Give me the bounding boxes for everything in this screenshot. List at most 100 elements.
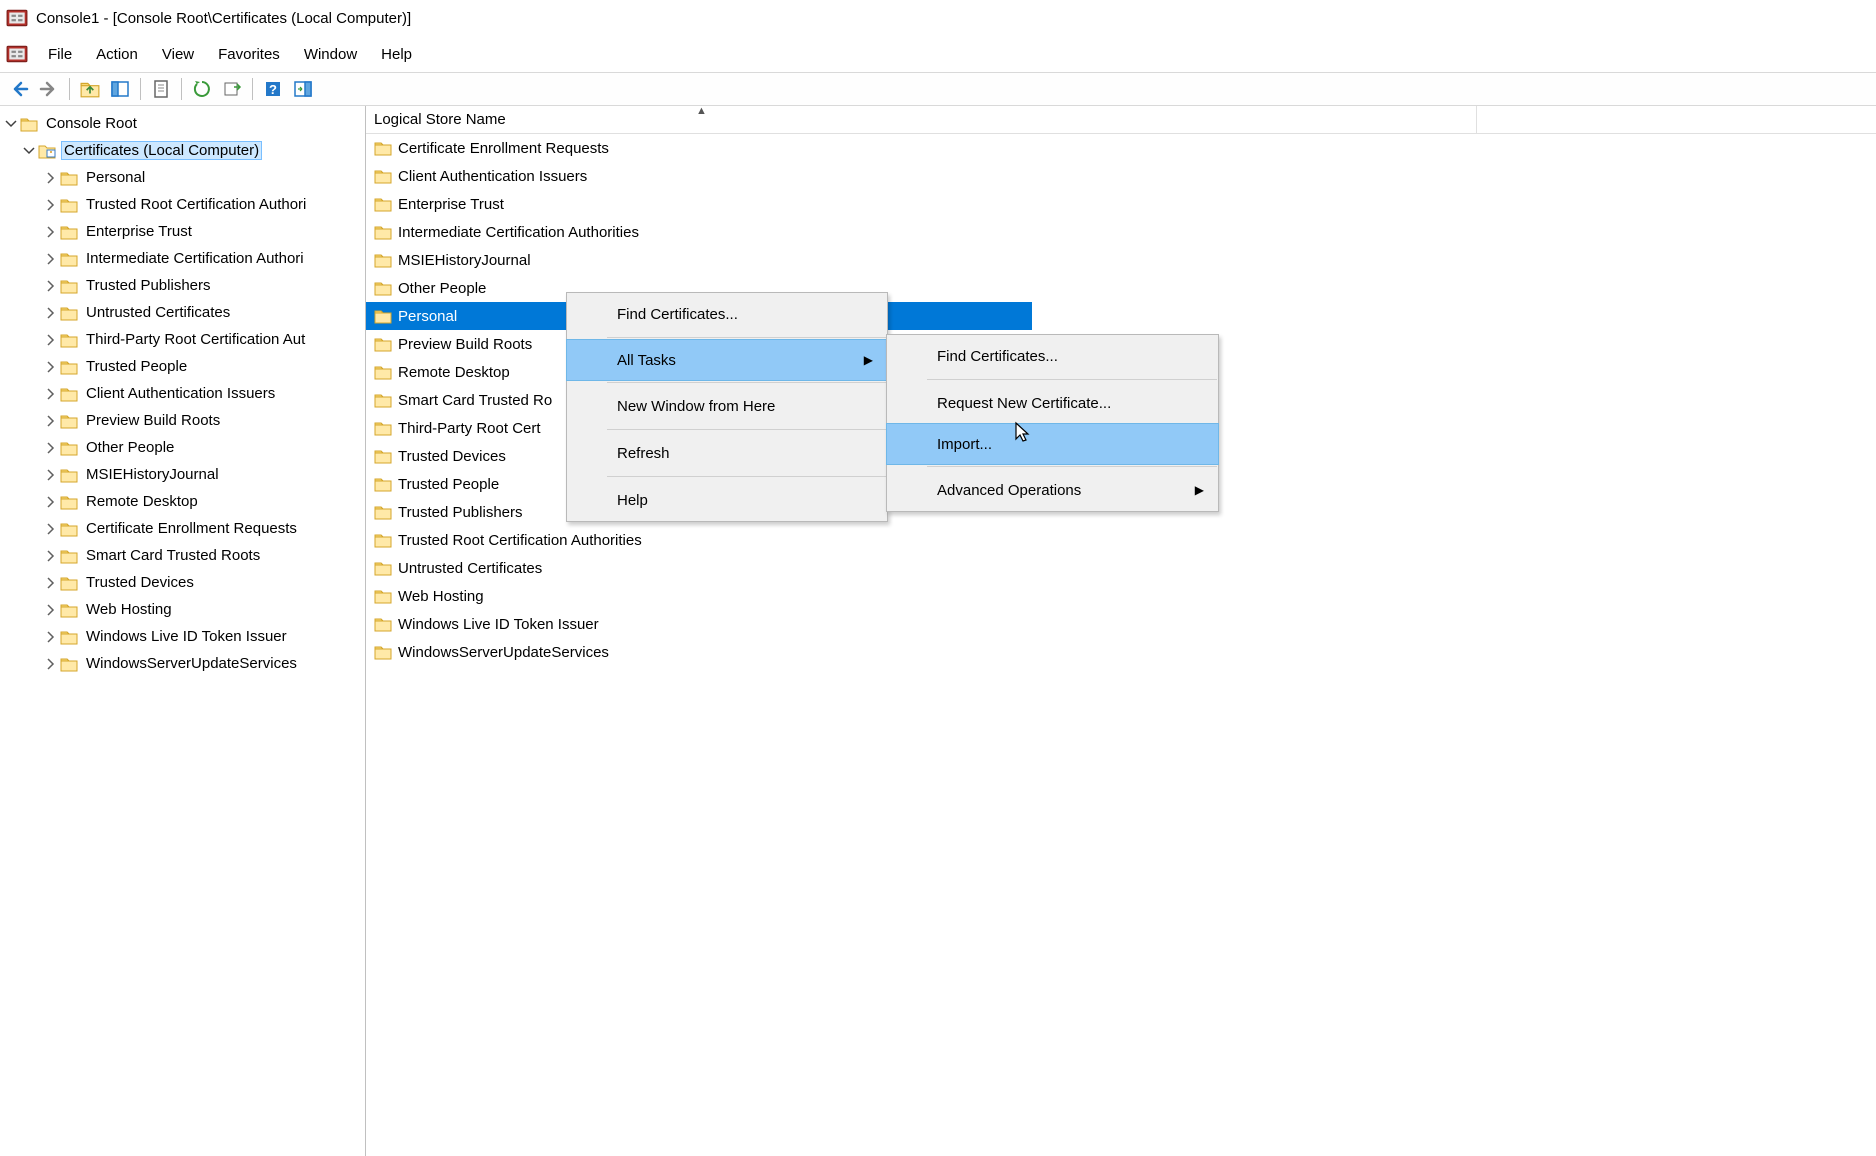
list-item-label: Personal: [398, 308, 457, 325]
forward-button[interactable]: [35, 75, 63, 103]
tree-node-store[interactable]: Trusted Root Certification Authori: [0, 191, 365, 218]
tree-node-console-root[interactable]: Console Root: [0, 110, 365, 137]
chevron-right-icon: [44, 576, 58, 590]
tree-node-store[interactable]: Remote Desktop: [0, 488, 365, 515]
chevron-right-icon: [44, 333, 58, 347]
chevron-right-icon: [44, 495, 58, 509]
list-item-store[interactable]: MSIEHistoryJournal: [366, 246, 1876, 274]
tree-node-store[interactable]: Certificate Enrollment Requests: [0, 515, 365, 542]
tree-node-store[interactable]: Trusted Devices: [0, 569, 365, 596]
context-menu-all-tasks: Find Certificates... Request New Certifi…: [886, 334, 1219, 512]
tree-label: Certificates (Local Computer): [64, 142, 259, 159]
list-item-label: Web Hosting: [398, 588, 484, 605]
tree-node-certificates[interactable]: Certificates (Local Computer): [0, 137, 365, 164]
chevron-right-icon: [44, 603, 58, 617]
menu-file[interactable]: File: [36, 42, 84, 67]
help-button[interactable]: ?: [259, 75, 287, 103]
tree-label: MSIEHistoryJournal: [86, 466, 219, 483]
tree-node-store[interactable]: Trusted People: [0, 353, 365, 380]
list-item-store[interactable]: Client Authentication Issuers: [366, 162, 1876, 190]
menu-item-all-tasks[interactable]: All Tasks▶: [566, 339, 888, 381]
folder-icon: [374, 615, 392, 633]
folder-icon: [374, 643, 392, 661]
chevron-right-icon: ▶: [1195, 483, 1204, 497]
folder-icon: [374, 279, 392, 297]
tree-node-store[interactable]: MSIEHistoryJournal: [0, 461, 365, 488]
window-title: Console1 - [Console Root\Certificates (L…: [36, 10, 411, 27]
folder-icon: [60, 628, 78, 646]
tree-node-store[interactable]: Client Authentication Issuers: [0, 380, 365, 407]
list-header[interactable]: Logical Store Name ▲: [366, 106, 1876, 134]
menu-item-request-new-certificate[interactable]: Request New Certificate...: [887, 382, 1218, 424]
tree-node-store[interactable]: Other People: [0, 434, 365, 461]
column-header-logical-store-name[interactable]: Logical Store Name: [366, 111, 506, 128]
chevron-down-icon: [4, 117, 18, 131]
tree-node-store[interactable]: Personal: [0, 164, 365, 191]
list-item-label: Trusted Devices: [398, 448, 506, 465]
menu-item-find-certificates-sub[interactable]: Find Certificates...: [887, 335, 1218, 377]
menu-item-refresh[interactable]: Refresh: [567, 432, 887, 474]
folder-icon: [60, 439, 78, 457]
tree-node-store[interactable]: Untrusted Certificates: [0, 299, 365, 326]
show-hide-tree-button[interactable]: [106, 75, 134, 103]
chevron-right-icon: [44, 549, 58, 563]
chevron-right-icon: [44, 630, 58, 644]
menu-view[interactable]: View: [150, 42, 206, 67]
tree-label: Trusted Publishers: [86, 277, 211, 294]
tree-label: Trusted Root Certification Authori: [86, 196, 306, 213]
menu-help[interactable]: Help: [369, 42, 424, 67]
tree-node-store[interactable]: Trusted Publishers: [0, 272, 365, 299]
tree-node-store[interactable]: Preview Build Roots: [0, 407, 365, 434]
list-item-store[interactable]: Untrusted Certificates: [366, 554, 1876, 582]
menu-separator: [927, 379, 1217, 380]
chevron-down-icon: [22, 144, 36, 158]
tree-node-store[interactable]: Web Hosting: [0, 596, 365, 623]
folder-icon: [374, 223, 392, 241]
tree-node-store[interactable]: Smart Card Trusted Roots: [0, 542, 365, 569]
menu-item-find-certificates[interactable]: Find Certificates...: [567, 293, 887, 335]
tree-node-store[interactable]: Intermediate Certification Authori: [0, 245, 365, 272]
list-item-store[interactable]: Windows Live ID Token Issuer: [366, 610, 1876, 638]
folder-icon: [60, 196, 78, 214]
folder-icon: [60, 547, 78, 565]
tree-node-store[interactable]: Third-Party Root Certification Aut: [0, 326, 365, 353]
folder-icon: [374, 447, 392, 465]
list-item-store[interactable]: Web Hosting: [366, 582, 1876, 610]
export-list-button[interactable]: [218, 75, 246, 103]
list-item-store[interactable]: Intermediate Certification Authorities: [366, 218, 1876, 246]
back-button[interactable]: [5, 75, 33, 103]
tree-node-store[interactable]: Windows Live ID Token Issuer: [0, 623, 365, 650]
toolbar-separator: [181, 78, 182, 100]
list-item-store[interactable]: Trusted Root Certification Authorities: [366, 526, 1876, 554]
menu-item-help[interactable]: Help: [567, 479, 887, 521]
menu-item-new-window[interactable]: New Window from Here: [567, 385, 887, 427]
menu-item-advanced-operations[interactable]: Advanced Operations▶: [887, 469, 1218, 511]
menu-favorites[interactable]: Favorites: [206, 42, 292, 67]
toolbar-separator: [69, 78, 70, 100]
list-item-store[interactable]: Certificate Enrollment Requests: [366, 134, 1876, 162]
chevron-right-icon: [44, 225, 58, 239]
mmc-icon: [6, 43, 28, 65]
tree-label: Preview Build Roots: [86, 412, 220, 429]
toolbar-separator: [252, 78, 253, 100]
menu-item-import[interactable]: Import...: [886, 423, 1219, 465]
folder-icon: [60, 250, 78, 268]
tree-node-store[interactable]: Enterprise Trust: [0, 218, 365, 245]
tree-node-store[interactable]: WindowsServerUpdateServices: [0, 650, 365, 677]
column-divider[interactable]: [1476, 106, 1876, 134]
refresh-button[interactable]: [188, 75, 216, 103]
properties-button[interactable]: [147, 75, 175, 103]
list-item-store[interactable]: Enterprise Trust: [366, 190, 1876, 218]
list-item-store[interactable]: WindowsServerUpdateServices: [366, 638, 1876, 666]
mmc-icon: [6, 7, 28, 29]
menu-separator: [607, 429, 886, 430]
list-item-label: Trusted Publishers: [398, 504, 523, 521]
folder-icon: [374, 559, 392, 577]
folder-icon: [374, 251, 392, 269]
folder-icon: [60, 412, 78, 430]
menu-window[interactable]: Window: [292, 42, 369, 67]
chevron-right-icon: [44, 252, 58, 266]
up-folder-button[interactable]: [76, 75, 104, 103]
show-action-pane-button[interactable]: [289, 75, 317, 103]
menu-action[interactable]: Action: [84, 42, 150, 67]
